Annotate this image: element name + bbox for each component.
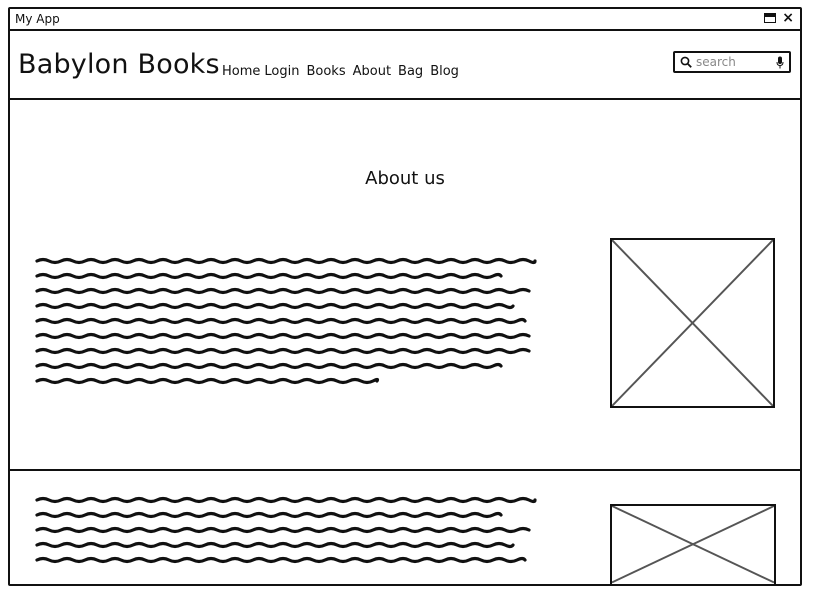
site-header: Babylon Books Home Login Books About Bag… <box>10 31 800 100</box>
nav-bag[interactable]: Bag <box>398 64 423 79</box>
nav-about[interactable]: About <box>353 64 391 79</box>
section-title: About us <box>365 168 445 189</box>
search-input[interactable] <box>696 54 772 70</box>
maximize-icon[interactable] <box>764 13 777 23</box>
title-bar: My App × <box>10 9 800 31</box>
nav-login[interactable]: Login <box>264 64 299 79</box>
about-image <box>610 238 775 408</box>
site-brand[interactable]: Babylon Books <box>18 49 220 80</box>
content-image <box>610 504 776 584</box>
about-section: About us <box>10 100 800 471</box>
placeholder-text-block <box>35 257 537 385</box>
window-title: My App <box>15 12 60 26</box>
placeholder-text-block <box>35 496 537 564</box>
image-placeholder-icon <box>612 240 773 406</box>
image-placeholder-icon <box>612 506 774 584</box>
close-icon[interactable]: × <box>782 11 794 25</box>
search-box[interactable] <box>673 51 791 73</box>
nav-blog[interactable]: Blog <box>430 64 459 79</box>
window-controls: × <box>764 11 794 25</box>
main-nav: Home Login Books About Bag Blog <box>222 64 459 79</box>
app-window: My App × Babylon Books Home Login Books … <box>8 7 802 586</box>
content-section <box>10 471 800 584</box>
search-icon[interactable] <box>680 56 692 68</box>
nav-home[interactable]: Home <box>222 64 260 79</box>
mic-icon[interactable] <box>776 56 784 69</box>
nav-books[interactable]: Books <box>306 64 345 79</box>
